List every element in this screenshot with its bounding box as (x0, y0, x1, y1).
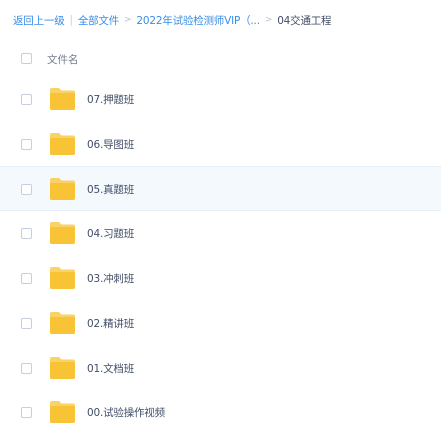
breadcrumb-all-files-link[interactable]: 全部文件 (78, 13, 119, 28)
row-checkbox[interactable] (21, 228, 32, 239)
list-item[interactable]: 03.冲刺班 (0, 256, 441, 301)
row-checkbox[interactable] (21, 139, 32, 150)
folder-icon (49, 221, 76, 245)
breadcrumb-chevron-icon: > (264, 15, 273, 25)
folder-name[interactable]: 06.导图班 (87, 137, 134, 152)
folder-icon (49, 132, 76, 156)
file-browser: 返回上一级 | 全部文件 > 2022年试验检测师VIP（... > 04交通工… (0, 0, 441, 433)
breadcrumb: 返回上一级 | 全部文件 > 2022年试验检测师VIP（... > 04交通工… (13, 11, 332, 29)
folder-icon (49, 311, 76, 335)
folder-icon (49, 266, 76, 290)
select-all-checkbox[interactable] (21, 53, 32, 64)
column-header-filename[interactable]: 文件名 (47, 52, 79, 67)
list-item[interactable]: 02.精讲班 (0, 301, 441, 346)
list-item[interactable]: 06.导图班 (0, 122, 441, 167)
list-item[interactable]: 00.试验操作视频 (0, 390, 441, 433)
list-item[interactable]: 05.真题班 (0, 166, 441, 211)
row-checkbox[interactable] (21, 94, 32, 105)
breadcrumb-chevron-icon: > (124, 15, 132, 25)
folder-name[interactable]: 07.押题班 (87, 92, 134, 107)
list-item[interactable]: 04.习题班 (0, 211, 441, 256)
folder-icon (49, 87, 76, 111)
row-checkbox[interactable] (21, 363, 32, 374)
list-header: 文件名 (0, 47, 441, 71)
row-checkbox[interactable] (21, 273, 32, 284)
folder-name[interactable]: 04.习题班 (87, 226, 134, 241)
folder-name[interactable]: 05.真题班 (87, 182, 134, 197)
row-checkbox[interactable] (21, 318, 32, 329)
list-item[interactable]: 07.押题班 (0, 77, 441, 122)
folder-icon (49, 177, 76, 201)
row-checkbox[interactable] (21, 407, 32, 418)
folder-icon (49, 356, 76, 380)
folder-name[interactable]: 01.文档班 (87, 361, 134, 376)
breadcrumb-level1-link[interactable]: 2022年试验检测师VIP（... (136, 13, 260, 28)
list-item[interactable]: 01.文档班 (0, 346, 441, 391)
row-checkbox[interactable] (21, 184, 32, 195)
breadcrumb-back-link[interactable]: 返回上一级 (13, 13, 65, 28)
folder-icon (49, 400, 76, 424)
breadcrumb-divider: | (69, 14, 74, 26)
breadcrumb-current: 04交通工程 (277, 14, 332, 27)
folder-name[interactable]: 02.精讲班 (87, 316, 134, 331)
folder-name[interactable]: 03.冲刺班 (87, 271, 134, 286)
folder-name[interactable]: 00.试验操作视频 (87, 405, 165, 420)
